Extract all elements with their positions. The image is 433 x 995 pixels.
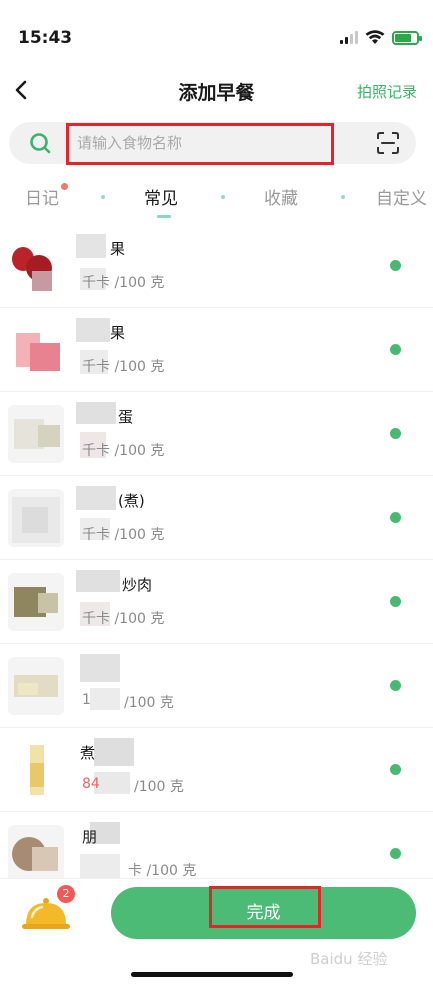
list-item[interactable]: (煮) 千卡 /100 克 <box>0 476 433 560</box>
food-thumbnail <box>8 825 64 883</box>
food-name: 朋 <box>82 828 98 846</box>
list-item[interactable]: 煮 84 /100 克 <box>0 728 433 812</box>
tab-common[interactable]: 常见 <box>144 184 178 209</box>
food-name: 蛋 <box>118 408 134 426</box>
select-dot[interactable] <box>390 596 401 607</box>
food-calories-prefix: 84 <box>82 776 100 792</box>
active-tab-indicator <box>157 215 171 218</box>
search-input[interactable] <box>77 126 341 160</box>
food-calories: /100 克 <box>134 779 184 795</box>
food-thumbnail <box>8 405 64 463</box>
done-button[interactable]: 完成 <box>111 887 416 939</box>
food-calories: 千卡 /100 克 <box>82 443 165 459</box>
tab-favorites[interactable]: 收藏 <box>264 184 298 209</box>
tab-custom[interactable]: 自定义 <box>376 184 427 209</box>
food-list: 果 千卡 /100 克 果 千卡 /100 克 蛋 千卡 /100 克 (煮) … <box>0 224 433 896</box>
select-dot[interactable] <box>390 428 401 439</box>
food-thumbnail <box>8 741 64 799</box>
food-name: (煮) <box>118 492 145 510</box>
food-name: 果 <box>110 240 126 258</box>
food-name: 煮 <box>80 744 96 762</box>
food-thumbnail <box>8 489 64 547</box>
select-dot[interactable] <box>390 344 401 355</box>
list-item[interactable]: 果 千卡 /100 克 <box>0 224 433 308</box>
cellular-signal-icon <box>340 31 358 44</box>
status-time: 15:43 <box>18 28 73 48</box>
food-name: 果 <box>110 324 126 342</box>
wifi-icon <box>365 30 385 44</box>
tab-diary[interactable]: 日记 <box>25 183 68 209</box>
food-name: 炒肉 <box>122 576 153 594</box>
select-dot[interactable] <box>390 512 401 523</box>
food-calories: /100 克 <box>124 695 174 711</box>
list-item[interactable]: 果 千卡 /100 克 <box>0 308 433 392</box>
food-calories-prefix: 1 <box>82 692 91 708</box>
tab-separator <box>341 195 345 199</box>
notification-dot <box>61 183 68 190</box>
food-thumbnail <box>8 573 64 631</box>
search-bar <box>9 122 416 164</box>
battery-icon <box>392 30 422 45</box>
selected-count-badge: 2 <box>57 885 75 903</box>
blurred-text <box>76 654 124 718</box>
calorie-number: 84 <box>82 776 100 792</box>
tab-separator <box>221 195 225 199</box>
food-thumbnail <box>8 321 64 379</box>
category-tabs: 日记 常见 收藏 自定义 <box>0 180 433 220</box>
photo-log-link[interactable]: 拍照记录 <box>357 81 417 102</box>
list-item[interactable]: 炒肉 千卡 /100 克 <box>0 560 433 644</box>
status-bar: 15:43 <box>0 0 433 70</box>
watermark: Baidu 经验 <box>310 950 388 968</box>
nav-header: 添加早餐 拍照记录 <box>0 70 433 114</box>
list-item[interactable]: 1 /100 克 <box>0 644 433 728</box>
select-dot[interactable] <box>390 260 401 271</box>
food-calories: 千卡 /100 克 <box>82 611 165 627</box>
food-calories: 千卡 /100 克 <box>82 527 165 543</box>
search-icon <box>30 133 51 154</box>
bottom-bar: 2 完成 <box>0 878 433 995</box>
select-dot[interactable] <box>390 848 401 859</box>
select-dot[interactable] <box>390 680 401 691</box>
tab-label: 自定义 <box>376 189 427 209</box>
tab-label: 日记 <box>25 189 59 209</box>
tab-label: 收藏 <box>264 189 298 209</box>
home-indicator <box>131 972 293 977</box>
list-item[interactable]: 蛋 千卡 /100 克 <box>0 392 433 476</box>
food-thumbnail <box>8 657 64 715</box>
status-icons <box>340 30 422 45</box>
tab-separator <box>101 195 105 199</box>
food-calories: 卡 /100 克 <box>128 863 197 879</box>
scan-icon[interactable] <box>376 131 400 155</box>
food-calories: 千卡 /100 克 <box>82 359 165 375</box>
food-calories: 千卡 /100 克 <box>82 275 165 291</box>
select-dot[interactable] <box>390 764 401 775</box>
food-thumbnail <box>8 237 64 295</box>
tab-label: 常见 <box>144 189 178 209</box>
